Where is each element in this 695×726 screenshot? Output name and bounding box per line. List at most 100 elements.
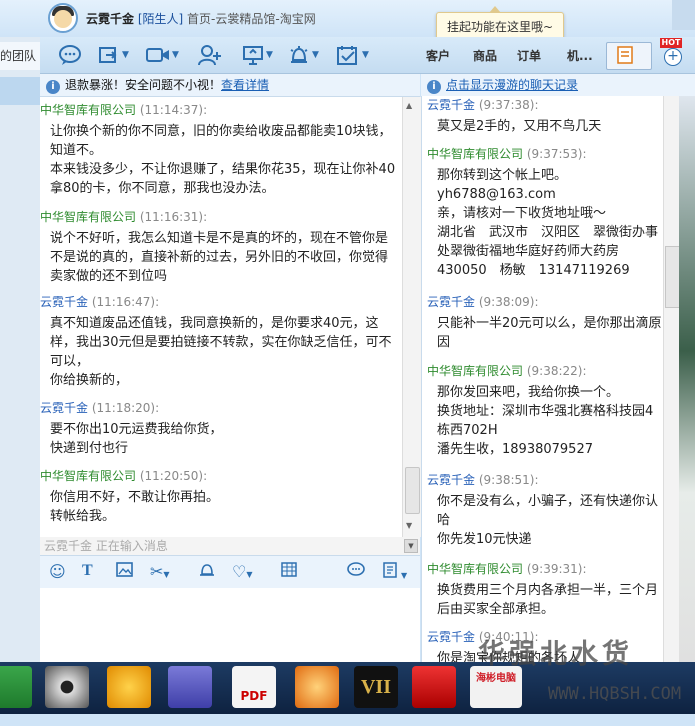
share-icon[interactable]: ▼ — [98, 42, 129, 68]
message-line: yh6788@163.com — [437, 187, 556, 202]
bell-icon[interactable] — [198, 562, 216, 582]
scroll-down-icon[interactable]: ▼ — [406, 521, 412, 530]
image-icon[interactable] — [116, 562, 133, 581]
font-icon[interactable]: T — [82, 562, 93, 580]
task-icon[interactable]: ▼ — [336, 42, 369, 68]
message-body: 只能补一半20元可以么，是你那出滴原因 — [437, 314, 663, 352]
history-scrollbar[interactable] — [663, 96, 680, 663]
info-icon: i — [427, 80, 441, 94]
window-control-button[interactable] — [672, 0, 695, 30]
scroll-thumb[interactable] — [665, 246, 680, 308]
sender-name[interactable]: 中华智库有限公司 — [40, 210, 136, 224]
message-line: 湖北省 武汉市 汉阳区 翠微街办事处翠微街福地华庭好药师大药房 430050 杨… — [437, 225, 659, 278]
red-app-icon[interactable] — [412, 666, 456, 708]
input-toolbar: ☺ T ✂▼ ♡▼ ▼ — [40, 555, 420, 589]
sender-name[interactable]: 云霓千金 — [427, 473, 475, 487]
sender-name[interactable]: 云霓千金 — [427, 630, 475, 644]
contact-name[interactable]: 云霓千金 — [86, 12, 134, 26]
message-line: 你先发10元快递 — [437, 532, 532, 547]
nav-order[interactable]: 订单 — [517, 47, 541, 64]
history-header: i 点击显示漫游的聊天记录 — [421, 74, 695, 97]
sender-name[interactable]: 中华智库有限公司 — [427, 364, 523, 378]
game-vii-app-icon[interactable]: VII — [354, 666, 398, 708]
pdf-app-icon[interactable]: PDF — [232, 666, 276, 708]
chat-message: 中华智库有限公司 (9:38:22): 那你发回来吧，我给你换一个。 换货地址：深圳… — [427, 362, 663, 459]
message-header: 中华智库有限公司 (11:20:50): — [40, 467, 400, 484]
message-line: 本来钱没多少，不让你退赚了，结果你花35，现在让你补40拿80的卡，你不同意，那… — [50, 162, 396, 196]
message-line: 那你发回来吧，我给你换一个。 — [437, 385, 620, 400]
roaming-history-link[interactable]: 点击显示漫游的聊天记录 — [446, 78, 578, 92]
message-header: 中华智库有限公司 (9:39:31): — [427, 560, 663, 577]
sender-name[interactable]: 云霓千金 — [427, 295, 475, 309]
chevron-down-icon[interactable]: ▼ — [404, 539, 418, 553]
message-line: 你给换新的， — [50, 373, 129, 388]
avatar[interactable] — [48, 3, 78, 33]
chat-message-area[interactable]: 中华智库有限公司 (11:14:37): 让你换个新的你不同意，旧的你卖给收废品都… — [40, 97, 402, 537]
sender-name[interactable]: 中华智库有限公司 — [427, 147, 523, 161]
visio-app-icon[interactable] — [168, 666, 212, 708]
sender-name[interactable]: 云霓千金 — [40, 295, 88, 309]
history-icon[interactable]: ▼ — [383, 562, 407, 582]
contact-tag: [陌生人] — [137, 12, 184, 26]
message-line: 你不是没有么，小骗子，还有快递你认哈 — [437, 494, 659, 528]
alarm-icon[interactable]: ▼ — [288, 42, 319, 68]
scroll-up-icon[interactable]: ▲ — [406, 101, 412, 110]
sender-name[interactable]: 云霓千金 — [40, 401, 88, 415]
thunder-app-icon[interactable] — [295, 666, 339, 708]
screen-share-icon[interactable]: ▼ — [242, 42, 273, 68]
message-line: 你信用不好，不敢让你再拍。 — [50, 490, 220, 505]
chat-scrollbar[interactable]: ▲ ▼ — [402, 97, 421, 537]
watermark-text: 华强北水货 — [478, 639, 633, 670]
chevron-down-icon[interactable]: ▼ — [362, 50, 369, 60]
main-toolbar: ▼ ▼ ▼ ▼ ▼ 客户 商品 订单 机... — [40, 37, 695, 74]
group-tab-team[interactable]: 的团队 — [0, 42, 40, 70]
message-body: 莫又是2手的，又用不鸟几天 — [437, 117, 663, 136]
chevron-down-icon[interactable]: ▼ — [122, 50, 129, 60]
chat-message: 云霓千金 (9:38:09): 只能补一半20元可以么，是你那出滴原因 — [427, 293, 663, 352]
sender-name[interactable]: 中华智库有限公司 — [427, 562, 523, 576]
nav-product[interactable]: 商品 — [473, 47, 497, 64]
nav-more[interactable]: 机... — [567, 47, 593, 64]
security-notice: i 退款暴涨！安全问题不小视！查看详情 — [40, 74, 420, 97]
emoji-icon[interactable]: ☺ — [49, 562, 66, 581]
chevron-down-icon[interactable]: ▼ — [163, 570, 169, 579]
message-header: 中华智库有限公司 (9:37:53): — [427, 145, 663, 162]
plus-icon[interactable]: + — [664, 48, 682, 66]
sender-name[interactable]: 中华智库有限公司 — [40, 103, 136, 117]
message-time: (11:16:47): — [88, 295, 160, 309]
scroll-thumb[interactable] — [405, 467, 420, 514]
ksoftware-app-icon[interactable] — [107, 666, 151, 708]
selected-group-item[interactable] — [0, 77, 40, 105]
chevron-down-icon[interactable]: ▼ — [172, 50, 179, 60]
chevron-down-icon[interactable]: ▼ — [246, 570, 252, 579]
sender-name[interactable]: 云霓千金 — [427, 98, 475, 112]
chevron-down-icon[interactable]: ▼ — [401, 571, 407, 580]
chevron-down-icon[interactable]: ▼ — [266, 50, 273, 60]
message-time: (9:38:22): — [523, 364, 587, 378]
message-body: 真不知道废品还值钱，我同意换新的，是你要求40元，这样，我出30元但是要拍链接不… — [50, 314, 400, 390]
screenshot-icon[interactable]: ✂▼ — [150, 562, 170, 581]
video-icon[interactable]: ▼ — [146, 42, 179, 68]
message-body: 让你换个新的你不同意，旧的你卖给收废品都能卖10块钱，知道不。 本来钱没多少，不让… — [50, 122, 400, 198]
green-app-icon[interactable]: 海彬电脑 — [470, 666, 522, 708]
message-line: 亲，请核对一下收货地址哦～ — [437, 206, 607, 221]
heart-icon[interactable]: ♡▼ — [232, 562, 253, 581]
message-header: 云霓千金 (9:37:38): — [427, 96, 663, 113]
chat-icon[interactable] — [58, 42, 82, 68]
message-input[interactable] — [40, 588, 420, 663]
nav-customer[interactable]: 客户 — [426, 47, 450, 64]
sender-name[interactable]: 中华智库有限公司 — [40, 469, 136, 483]
notice-detail-link[interactable]: 查看详情 — [221, 78, 269, 92]
eye-app-icon[interactable] — [45, 666, 89, 708]
message-line: 潘先生收，18938079527 — [437, 442, 593, 457]
chevron-down-icon[interactable]: ▼ — [312, 50, 319, 60]
card-button[interactable] — [606, 42, 652, 70]
quick-reply-icon[interactable] — [347, 562, 367, 582]
table-icon[interactable] — [281, 562, 297, 581]
chat-history-panel[interactable]: 云霓千金 (9:37:38): 莫又是2手的，又用不鸟几天中华智库有限公司 (9:… — [421, 96, 664, 663]
message-line: 莫又是2手的，又用不鸟几天 — [437, 119, 602, 134]
excel-app-icon[interactable] — [0, 666, 32, 708]
add-contact-icon[interactable] — [198, 42, 222, 68]
contact-shop[interactable]: 首页-云裳精品馆-淘宝网 — [187, 12, 316, 26]
info-icon: i — [46, 80, 60, 94]
